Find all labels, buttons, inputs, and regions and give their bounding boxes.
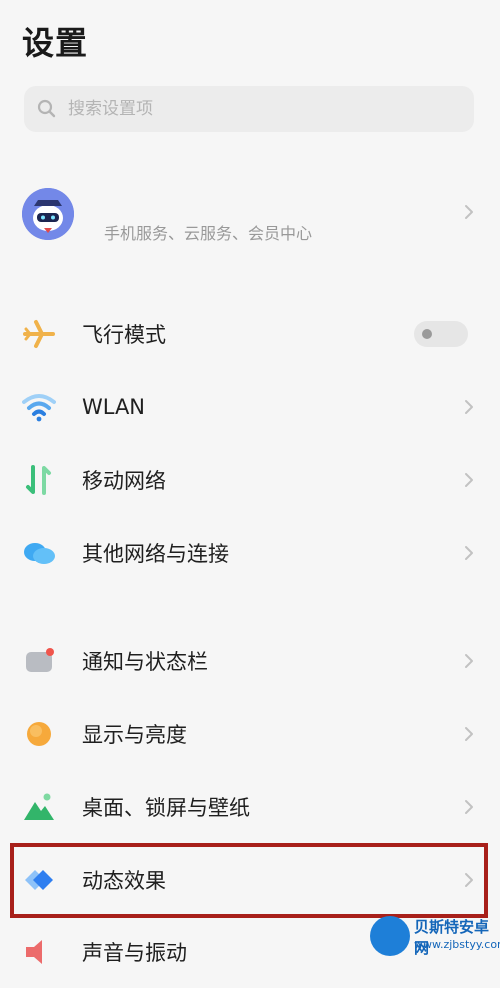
brightness-icon: [27, 722, 51, 746]
watermark: 贝斯特安卓网 www.zjbstyy.com: [366, 912, 500, 960]
chevron-right-icon: [465, 800, 473, 814]
chevron-right-icon: [465, 400, 473, 414]
wallpaper-icon: [24, 793, 54, 820]
settings-item-label: 显示与亮度: [82, 723, 187, 747]
watermark-title: 贝斯特安卓网: [414, 918, 490, 957]
search-bar[interactable]: [24, 86, 474, 132]
watermark-url: www.zjbstyy.com: [414, 938, 500, 951]
account-subtitle: 手机服务、云服务、会员中心: [104, 224, 313, 243]
settings-item-wallpaper[interactable]: 桌面、锁屏与壁纸: [0, 771, 500, 843]
page-title: 设置: [22, 24, 89, 62]
chevron-right-icon: [465, 205, 473, 219]
settings-item-label: 移动网络: [82, 469, 166, 493]
chevron-right-icon: [465, 654, 473, 668]
settings-item-label: 通知与状态栏: [82, 650, 208, 674]
search-icon: [37, 99, 56, 118]
airplane-icon: [23, 320, 55, 348]
settings-item-label: 其他网络与连接: [82, 542, 229, 566]
watermark-logo: [370, 916, 410, 956]
settings-item-mobile-network[interactable]: 移动网络: [0, 444, 500, 516]
mobile-network-icon: [26, 465, 51, 495]
airplane-mode-toggle[interactable]: [414, 321, 468, 347]
settings-item-notifications[interactable]: 通知与状态栏: [0, 625, 500, 697]
wifi-icon: [22, 394, 56, 422]
settings-item-other-networks[interactable]: 其他网络与连接: [0, 517, 500, 589]
settings-item-label: WLAN: [82, 395, 146, 419]
highlight-box: [10, 843, 488, 918]
account-row[interactable]: 手机服务、云服务、会员中心: [0, 178, 500, 258]
notification-icon: [26, 648, 54, 672]
cloud-icon: [24, 543, 55, 564]
avatar: [22, 188, 74, 240]
chevron-right-icon: [465, 473, 473, 487]
chevron-right-icon: [465, 546, 473, 560]
sound-icon: [26, 940, 42, 964]
settings-item-wlan[interactable]: WLAN: [0, 371, 500, 443]
settings-item-airplane-mode[interactable]: 飞行模式: [0, 298, 500, 370]
settings-item-display-brightness[interactable]: 显示与亮度: [0, 698, 500, 770]
settings-item-label: 桌面、锁屏与壁纸: [82, 796, 250, 820]
chevron-right-icon: [465, 727, 473, 741]
settings-item-label: 飞行模式: [82, 323, 166, 347]
search-input[interactable]: [66, 98, 450, 120]
toggle-knob: [422, 329, 432, 339]
settings-item-label: 声音与振动: [82, 941, 187, 965]
